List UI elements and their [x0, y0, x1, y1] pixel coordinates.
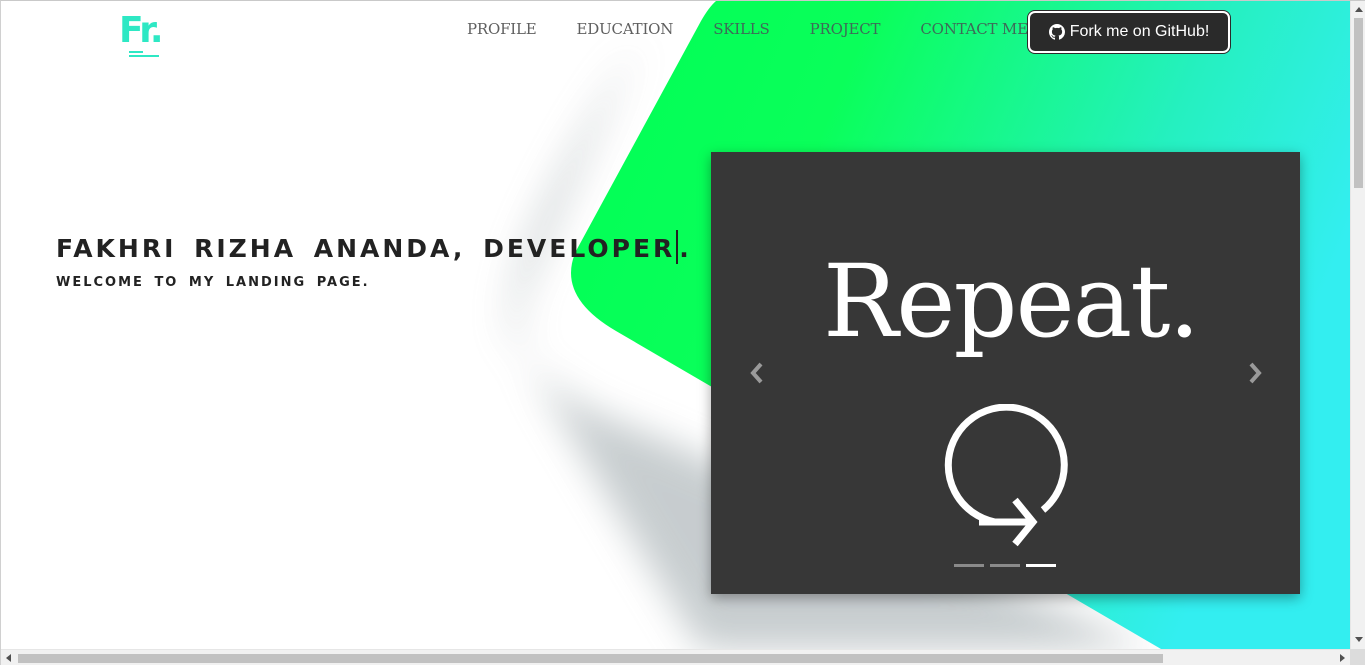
scroll-up-icon[interactable] — [1355, 7, 1363, 12]
vertical-scrollbar[interactable] — [1350, 1, 1365, 649]
carousel-indicator-2[interactable] — [990, 564, 1020, 567]
slide-caption: Repeat. — [823, 243, 1200, 360]
browser-viewport: Fr. PROFILE EDUCATION SKILLS PROJECT CON… — [0, 0, 1365, 665]
nav-item-education[interactable]: EDUCATION — [577, 20, 674, 38]
horizontal-scroll-thumb[interactable] — [18, 654, 1163, 663]
scroll-down-icon[interactable] — [1355, 637, 1363, 642]
image-carousel[interactable]: Repeat. — [711, 152, 1300, 594]
chevron-left-icon — [750, 362, 763, 384]
vertical-scroll-thumb[interactable] — [1354, 18, 1363, 188]
fork-github-label: Fork me on GitHub! — [1069, 23, 1210, 40]
nav-item-profile[interactable]: PROFILE — [467, 20, 537, 38]
nav-item-contact-me[interactable]: CONTACT ME — [920, 20, 1028, 38]
scrollbar-corner — [1350, 649, 1365, 665]
logo-underline — [129, 49, 159, 57]
logo-text: Fr. — [119, 10, 164, 51]
typing-caret — [676, 230, 679, 264]
scroll-left-icon[interactable] — [6, 654, 11, 662]
scroll-right-icon[interactable] — [1340, 654, 1345, 662]
carousel-indicator-1[interactable] — [954, 564, 984, 567]
github-icon — [1048, 24, 1065, 40]
carousel-next-button[interactable] — [1243, 358, 1267, 388]
hero-subtitle: WELCOME TO MY LANDING PAGE. — [56, 275, 370, 290]
repeat-icon — [944, 404, 1068, 547]
carousel-indicators — [954, 564, 1062, 567]
hero-title-typed: FAKHRI RIZHA ANANDA, DEVELOPER — [56, 234, 676, 263]
nav-item-project[interactable]: PROJECT — [810, 20, 881, 38]
main-nav: PROFILE EDUCATION SKILLS PROJECT CONTACT… — [467, 20, 1068, 38]
hero-title: FAKHRI RIZHA ANANDA, DEVELOPER. — [56, 230, 692, 264]
horizontal-scrollbar[interactable] — [1, 649, 1350, 665]
carousel-indicator-3[interactable] — [1026, 564, 1056, 567]
hero-title-period: . — [679, 234, 692, 263]
site-logo[interactable]: Fr. — [119, 11, 165, 59]
chevron-right-icon — [1249, 362, 1262, 384]
fork-github-button[interactable]: Fork me on GitHub! — [1028, 11, 1230, 53]
carousel-prev-button[interactable] — [745, 358, 769, 388]
nav-item-skills[interactable]: SKILLS — [713, 20, 770, 38]
